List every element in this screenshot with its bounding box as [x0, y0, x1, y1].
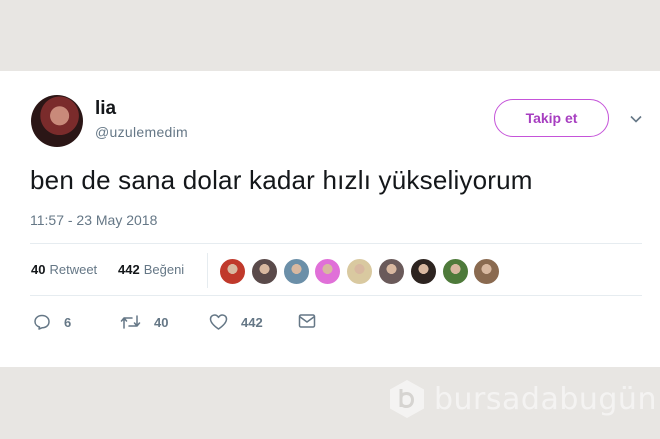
liker-avatar[interactable] — [346, 258, 374, 285]
reply-icon — [34, 314, 50, 330]
divider — [30, 243, 642, 244]
divider — [30, 295, 642, 296]
retweet-action[interactable]: 40 — [120, 313, 168, 331]
heart-icon — [209, 314, 228, 330]
retweet-action-count: 40 — [154, 314, 169, 330]
watermark-logo-icon — [390, 380, 424, 418]
liker-avatar[interactable] — [282, 258, 310, 285]
liker-avatars — [219, 258, 505, 285]
reply-action[interactable]: 6 — [33, 313, 71, 331]
liker-avatar[interactable] — [314, 258, 342, 285]
liker-avatar[interactable] — [219, 258, 246, 285]
follow-button[interactable]: Takip et — [494, 99, 609, 137]
retweet-stat[interactable]: 40 Retweet — [31, 262, 97, 277]
like-stat[interactable]: 442 Beğeni — [118, 262, 184, 277]
retweet-count: 40 — [31, 262, 46, 277]
chevron-down-icon[interactable] — [628, 111, 644, 127]
watermark: bursadabugün — [386, 378, 657, 420]
like-action[interactable]: 442 — [209, 313, 263, 331]
avatar[interactable] — [31, 95, 83, 147]
tweet-card: lia @uzulemedim Takip et ben de sana dol… — [0, 71, 660, 367]
reply-count: 6 — [64, 314, 72, 330]
top-background — [0, 0, 660, 71]
liker-avatar[interactable] — [409, 258, 437, 285]
message-action[interactable] — [298, 313, 329, 329]
liker-avatar[interactable] — [473, 258, 501, 285]
retweet-label: Retweet — [49, 262, 98, 277]
display-name[interactable]: lia — [95, 98, 116, 120]
stat-divider — [207, 253, 208, 288]
envelope-icon — [298, 314, 316, 328]
tweet-text: ben de sana dolar kadar hızlı yükseliyor… — [30, 165, 533, 195]
retweet-icon — [120, 315, 141, 329]
liker-avatar[interactable] — [377, 258, 405, 285]
like-count: 442 — [118, 262, 140, 277]
like-label: Beğeni — [143, 262, 185, 277]
tweet-timestamp[interactable]: 11:57 - 23 May 2018 — [30, 212, 157, 228]
liker-avatar[interactable] — [441, 258, 469, 285]
watermark-text: bursadabugün — [434, 381, 657, 417]
like-action-count: 442 — [241, 314, 263, 330]
liker-avatar[interactable] — [250, 258, 278, 285]
user-handle[interactable]: @uzulemedim — [95, 124, 188, 140]
